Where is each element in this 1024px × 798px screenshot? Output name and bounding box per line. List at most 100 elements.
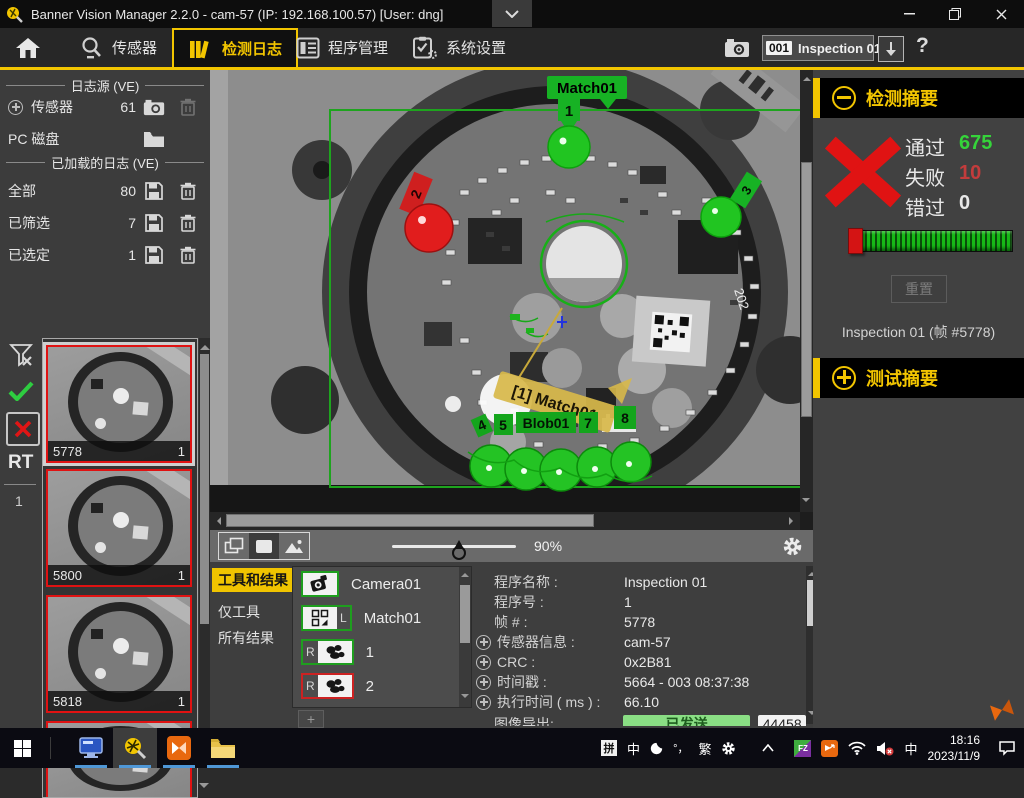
- wifi-icon[interactable]: [848, 741, 866, 755]
- view-mode-layers-button[interactable]: [219, 533, 249, 559]
- tab-system-settings[interactable]: 系统设置: [412, 28, 506, 67]
- sensor-source-row[interactable]: 传感器 61: [0, 94, 210, 120]
- test-summary-header[interactable]: 测试摘要: [813, 358, 1024, 398]
- scrollbar-thumb[interactable]: [200, 354, 209, 624]
- camera-image-viewport[interactable]: 202 2 Match01 1 3 [1] Match01: [210, 70, 800, 512]
- filter-rt-label[interactable]: RT: [8, 452, 40, 474]
- ime-punct-indicator[interactable]: °，: [673, 740, 688, 756]
- tab-sensors[interactable]: 传感器: [80, 28, 157, 67]
- taskbar-app-vision-manager[interactable]: [113, 728, 157, 768]
- add-tool-button[interactable]: +: [298, 710, 324, 728]
- display-settings-gear-icon[interactable]: [782, 536, 803, 557]
- detail-value: Inspection 01: [624, 574, 707, 590]
- orange-tray-icon[interactable]: [821, 740, 838, 757]
- ime-settings-gear-icon[interactable]: [721, 741, 736, 756]
- scroll-right-arrow[interactable]: [789, 517, 797, 525]
- taskbar-clock[interactable]: 18:16 2023/11/9: [928, 732, 981, 764]
- taskbar-app-file-explorer[interactable]: [201, 728, 245, 768]
- image-horizontal-scrollbar[interactable]: [210, 512, 800, 530]
- tab-tools-only[interactable]: 仅工具: [212, 600, 292, 624]
- inspection-load-button[interactable]: [878, 36, 904, 62]
- thumbnail-5778[interactable]: 57781: [46, 345, 192, 463]
- filter-fail-button[interactable]: [6, 412, 40, 446]
- inspection-summary-header[interactable]: 检测摘要: [813, 78, 1024, 118]
- svg-text:5: 5: [499, 417, 507, 433]
- image-sent-status[interactable]: 已发送: [623, 715, 750, 726]
- expand-icon[interactable]: [476, 695, 491, 710]
- all-save-button[interactable]: [142, 180, 166, 202]
- zoom-slider[interactable]: [392, 545, 516, 548]
- expand-icon[interactable]: [476, 675, 491, 690]
- scroll-left-arrow[interactable]: [213, 517, 221, 525]
- restore-button[interactable]: [932, 0, 978, 28]
- selected-save-button[interactable]: [142, 244, 166, 266]
- thumbnail-5800[interactable]: 58001: [46, 469, 192, 587]
- collapse-icon[interactable]: [832, 86, 856, 110]
- selected-delete-button[interactable]: [176, 244, 200, 266]
- pc-disk-row[interactable]: PC 磁盘: [0, 126, 210, 152]
- ime-pinyin-badge[interactable]: 拼: [601, 740, 617, 756]
- close-button[interactable]: [978, 0, 1024, 28]
- taskbar-app-orange[interactable]: [157, 728, 201, 768]
- tab-inspection-logs[interactable]: 检测日志: [172, 28, 298, 67]
- clock-date: 2023/11/9: [928, 748, 981, 764]
- scroll-down-arrow[interactable]: [461, 694, 469, 702]
- scroll-up-arrow[interactable]: [200, 340, 210, 350]
- tool-item-camera01[interactable]: Camera01: [293, 567, 471, 601]
- snapshot-button[interactable]: [724, 28, 750, 67]
- inspection-selector[interactable]: 001 Inspection 01: [762, 35, 874, 61]
- titlebar-collapse-button[interactable]: [492, 0, 532, 27]
- reset-button[interactable]: 重置: [891, 275, 947, 303]
- expand-sensor-icon[interactable]: [8, 100, 23, 115]
- scrollbar-thumb[interactable]: [226, 514, 594, 527]
- taskbar-app-emulator[interactable]: [69, 728, 113, 768]
- scroll-down-arrow[interactable]: [199, 783, 209, 793]
- all-delete-button[interactable]: [176, 180, 200, 202]
- fail-count: 10: [959, 162, 981, 188]
- view-mode-image-button[interactable]: [279, 533, 309, 559]
- filtered-logs-row[interactable]: 已筛选 7: [0, 210, 210, 236]
- sensor-delete-button[interactable]: [176, 96, 200, 118]
- tab-program-manager[interactable]: 程序管理: [296, 28, 388, 67]
- volume-muted-icon[interactable]: [876, 741, 894, 756]
- tool-list-scrollbar[interactable]: [459, 567, 471, 707]
- ime-traditional-indicator[interactable]: 繁: [698, 739, 711, 758]
- expand-icon[interactable]: [476, 635, 491, 650]
- home-button[interactable]: [14, 28, 42, 67]
- filtered-save-button[interactable]: [142, 212, 166, 234]
- clear-filter-button[interactable]: [6, 340, 36, 370]
- scroll-up-arrow[interactable]: [803, 73, 811, 81]
- expand-icon[interactable]: [476, 655, 491, 670]
- filezilla-tray-icon[interactable]: FZ: [794, 740, 811, 757]
- expand-icon[interactable]: [832, 366, 856, 390]
- scrollbar-thumb[interactable]: [801, 162, 812, 417]
- thumbnail-5818[interactable]: 58181: [46, 595, 192, 713]
- folder-button[interactable]: [142, 128, 166, 150]
- help-button[interactable]: ?: [916, 34, 929, 58]
- selected-logs-row[interactable]: 已选定 1: [0, 242, 210, 268]
- tool-item-blob2[interactable]: R 2: [293, 669, 471, 703]
- tab-tools-and-results[interactable]: 工具和结果: [212, 568, 292, 592]
- zoom-slider-knob[interactable]: [452, 535, 466, 557]
- ime-lang-indicator[interactable]: 中: [627, 739, 640, 758]
- check-icon: [8, 381, 34, 401]
- start-button[interactable]: [0, 728, 44, 768]
- image-vertical-scrollbar[interactable]: [800, 70, 813, 512]
- tool-item-match01[interactable]: L Match01: [293, 601, 471, 635]
- sensor-snapshot-button[interactable]: [142, 96, 166, 118]
- view-mode-graphics-button[interactable]: [249, 533, 279, 559]
- language-indicator[interactable]: 中: [904, 739, 917, 758]
- moon-icon[interactable]: [650, 742, 663, 755]
- filter-pass-button[interactable]: [6, 376, 36, 406]
- tray-expand-chevron-icon[interactable]: [762, 744, 774, 752]
- scrollbar-thumb[interactable]: [460, 585, 470, 643]
- all-logs-row[interactable]: 全部 80: [0, 178, 210, 204]
- scroll-down-arrow[interactable]: [802, 498, 810, 506]
- notification-center-icon[interactable]: [998, 740, 1016, 756]
- minimize-button[interactable]: [886, 0, 932, 28]
- tab-all-results[interactable]: 所有结果: [212, 626, 292, 650]
- detail-label: CRC :: [472, 654, 624, 670]
- tool-item-blob1[interactable]: R 1: [293, 635, 471, 669]
- scroll-up-arrow[interactable]: [461, 569, 469, 577]
- filtered-delete-button[interactable]: [176, 212, 200, 234]
